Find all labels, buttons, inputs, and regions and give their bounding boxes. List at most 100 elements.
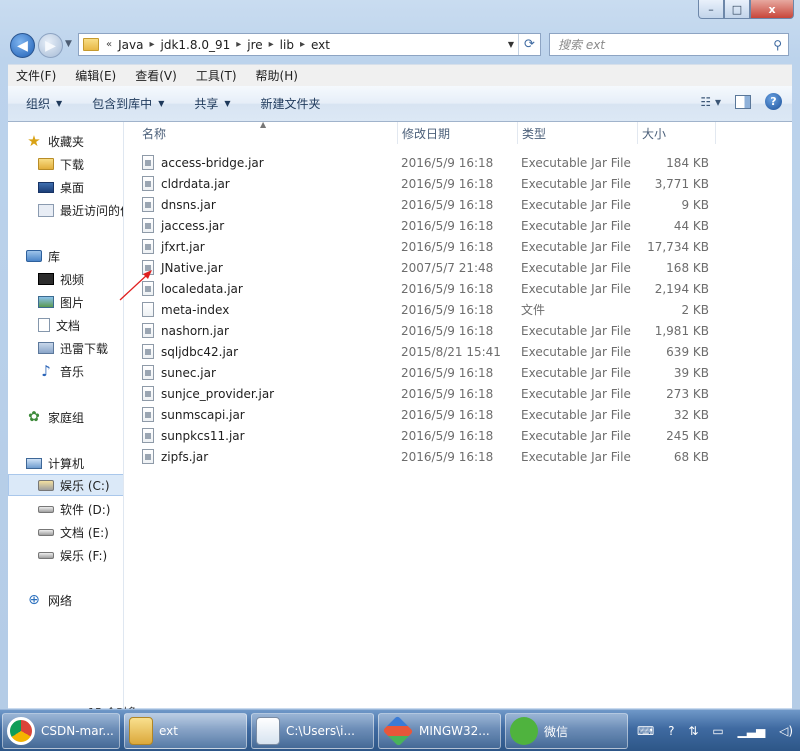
close-button[interactable]: x: [750, 0, 794, 19]
sidebar-item-homegroup[interactable]: ✿ 家庭组: [26, 406, 123, 428]
taskbar-button-notepad[interactable]: C:\Users\i...: [251, 713, 374, 749]
search-input[interactable]: 搜索 ext ⚲: [549, 33, 789, 56]
file-name: access-bridge.jar: [161, 155, 264, 170]
file-row[interactable]: sunec.jar 2016/5/9 16:18 Executable Jar Fi…: [142, 362, 722, 383]
file-row[interactable]: jfxrt.jar 2016/5/9 16:18 Executable Jar Fi…: [142, 236, 722, 257]
sidebar-item-downloads[interactable]: 下载: [38, 153, 123, 175]
battery-icon[interactable]: ▭: [712, 724, 723, 738]
help-tray-icon[interactable]: ?: [668, 724, 674, 738]
file-size: 68 KB: [673, 449, 709, 464]
file-row[interactable]: cldrdata.jar 2016/5/9 16:18 Executable Jar…: [142, 173, 722, 194]
file-date: 2016/5/9 16:18: [401, 449, 494, 464]
sidebar-item-thunder-downloads[interactable]: 迅雷下载: [38, 337, 123, 359]
file-type: Executable Jar File: [521, 344, 631, 359]
help-icon[interactable]: ?: [765, 93, 782, 110]
breadcrumb-overflow[interactable]: «: [105, 39, 113, 50]
file-row[interactable]: meta-index 2016/5/9 16:18 文件 2 KB: [142, 299, 722, 320]
taskbar-button-explorer[interactable]: ext: [124, 713, 247, 749]
file-list[interactable]: ▲ 名称 修改日期 类型 大小 access-bridge.jar 2016/5/…: [124, 120, 792, 708]
tray-expand-icon[interactable]: ⇅: [688, 724, 698, 738]
taskbar-button-wechat[interactable]: 微信: [505, 713, 628, 749]
forward-arrow-icon[interactable]: ▶: [38, 33, 63, 58]
file-row[interactable]: dnsns.jar 2016/5/9 16:18 Executable Jar Fi…: [142, 194, 722, 215]
menu-view[interactable]: 查看(V): [135, 67, 177, 84]
address-bar[interactable]: « Java ▸ jdk1.8.0_91 ▸ jre ▸ lib ▸ ext ▼…: [78, 33, 541, 56]
jar-file-icon: [142, 428, 154, 443]
file-row[interactable]: access-bridge.jar 2016/5/9 16:18 Executabl…: [142, 152, 722, 173]
sidebar-item-music[interactable]: ♪ 音乐: [38, 360, 123, 382]
menu-tools[interactable]: 工具(T): [196, 67, 237, 84]
notepad-icon: [256, 717, 280, 745]
minimize-button[interactable]: –: [698, 0, 724, 19]
address-dropdown-icon[interactable]: ▼: [504, 40, 518, 49]
file-row[interactable]: jaccess.jar 2016/5/9 16:18 Executable Jar …: [142, 215, 722, 236]
file-name: sqljdbc42.jar: [161, 344, 239, 359]
sidebar-item-libraries[interactable]: 库: [26, 245, 123, 267]
preview-pane-icon[interactable]: [735, 94, 751, 109]
file-row[interactable]: localedata.jar 2016/5/9 16:18 Executable J…: [142, 278, 722, 299]
menu-file[interactable]: 文件(F): [16, 67, 56, 84]
breadcrumb-ext[interactable]: ext: [306, 38, 335, 52]
organize-button[interactable]: 组织 ▼: [26, 95, 62, 112]
file-row[interactable]: sunpkcs11.jar 2016/5/9 16:18 Executable Ja…: [142, 425, 722, 446]
file-name: zipfs.jar: [161, 449, 209, 464]
sidebar-item-drive-e[interactable]: 文档 (E:): [38, 521, 123, 543]
breadcrumb-separator[interactable]: ▸: [299, 39, 306, 50]
volume-icon[interactable]: ◁): [779, 724, 793, 738]
file-date: 2016/5/9 16:18: [401, 386, 494, 401]
navigation-pane[interactable]: ★ 收藏夹 下载 桌面 最近访问的位置 库 视频 图片 文档 迅雷下载 ♪ 音乐 ✿…: [8, 122, 124, 708]
sidebar-item-drive-d[interactable]: 软件 (D:): [38, 498, 123, 520]
sidebar-item-desktop[interactable]: 桌面: [38, 176, 123, 198]
file-date: 2016/5/9 16:18: [401, 197, 494, 212]
refresh-icon[interactable]: ⟳: [518, 34, 540, 55]
sidebar-label: 文档 (E:): [60, 525, 109, 540]
file-row[interactable]: JNative.jar 2007/5/7 21:48 Executable Jar …: [142, 257, 722, 278]
file-row[interactable]: zipfs.jar 2016/5/9 16:18 Executable Jar Fi…: [142, 446, 722, 467]
back-arrow-icon[interactable]: ◀: [10, 33, 35, 58]
file-size: 273 KB: [666, 386, 709, 401]
taskbar-button-chrome[interactable]: CSDN-mar...: [2, 713, 120, 749]
column-header-name[interactable]: 名称: [142, 122, 398, 144]
drive-icon: [38, 505, 54, 513]
signal-icon[interactable]: ▁▃▅: [738, 724, 766, 738]
column-header-type[interactable]: 类型: [522, 122, 638, 144]
new-folder-button[interactable]: 新建文件夹: [261, 95, 321, 112]
share-button[interactable]: 共享 ▼: [194, 95, 230, 112]
file-row[interactable]: sqljdbc42.jar 2015/8/21 15:41 Executable J…: [142, 341, 722, 362]
sidebar-item-favorites[interactable]: ★ 收藏夹: [26, 130, 123, 152]
recent-pages-dropdown-icon[interactable]: ▼: [65, 39, 72, 49]
file-row[interactable]: nashorn.jar 2016/5/9 16:18 Executable Jar …: [142, 320, 722, 341]
view-options-icon[interactable]: ☷ ▾: [700, 95, 721, 109]
sidebar-label: 文档: [56, 318, 81, 333]
include-in-library-button[interactable]: 包含到库中 ▼: [92, 95, 164, 112]
menu-edit[interactable]: 编辑(E): [75, 67, 116, 84]
column-header-date[interactable]: 修改日期: [402, 122, 518, 144]
menu-help[interactable]: 帮助(H): [256, 67, 298, 84]
file-type: Executable Jar File: [521, 281, 631, 296]
breadcrumb-jdk[interactable]: jdk1.8.0_91: [156, 38, 236, 52]
sidebar-item-recent[interactable]: 最近访问的位置: [38, 199, 123, 221]
breadcrumb-java[interactable]: Java: [113, 38, 148, 52]
sidebar-label: 迅雷下载: [60, 341, 109, 356]
breadcrumb-separator[interactable]: ▸: [268, 39, 275, 50]
maximize-button[interactable]: □: [724, 0, 750, 19]
sidebar-item-computer[interactable]: 计算机: [26, 452, 123, 474]
file-type: Executable Jar File: [521, 407, 631, 422]
breadcrumb-separator[interactable]: ▸: [148, 39, 155, 50]
keyboard-icon[interactable]: ⌨: [637, 724, 654, 738]
sidebar-item-pictures[interactable]: 图片: [38, 291, 123, 313]
sidebar-item-videos[interactable]: 视频: [38, 268, 123, 290]
column-header-size[interactable]: 大小: [642, 122, 716, 144]
file-row[interactable]: sunjce_provider.jar 2016/5/9 16:18 Executa…: [142, 383, 722, 404]
breadcrumb-separator[interactable]: ▸: [235, 39, 242, 50]
taskbar-button-mingw[interactable]: MINGW32...: [378, 713, 501, 749]
file-size: 44 KB: [673, 218, 709, 233]
sidebar-item-drive-f[interactable]: 娱乐 (F:): [38, 544, 123, 566]
breadcrumb-jre[interactable]: jre: [242, 38, 267, 52]
breadcrumb-lib[interactable]: lib: [275, 38, 299, 52]
sidebar-item-drive-c[interactable]: 娱乐 (C:): [8, 474, 123, 496]
file-row[interactable]: sunmscapi.jar 2016/5/9 16:18 Executable Ja…: [142, 404, 722, 425]
sidebar-item-network[interactable]: ⊕ 网络: [26, 589, 123, 611]
search-icon[interactable]: ⚲: [773, 38, 782, 52]
sidebar-item-documents[interactable]: 文档: [38, 314, 123, 336]
